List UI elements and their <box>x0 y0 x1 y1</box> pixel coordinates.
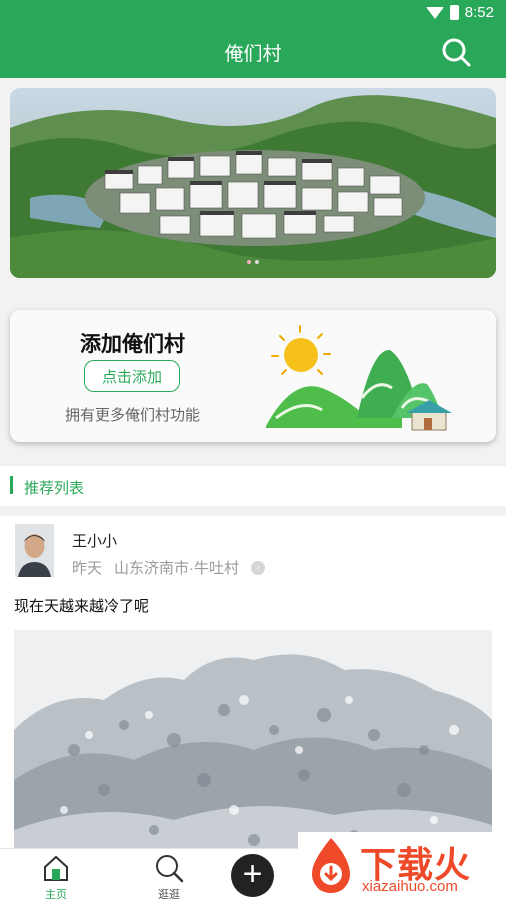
watermark: 下载火 xiazaihuo.com <box>298 832 506 900</box>
nav-home[interactable]: 主页 <box>26 853 86 900</box>
add-village-title: 添加俺们村 <box>80 333 185 356</box>
add-village-description: 拥有更多俺们村功能 <box>64 407 200 424</box>
post-content: 现在天越来越冷了呢 <box>14 598 150 615</box>
section-accent-bar <box>10 476 13 494</box>
add-village-card: 添加俺们村 点击添加 拥有更多俺们村功能 <box>10 310 496 442</box>
status-bar: 8:52 <box>0 0 506 26</box>
app-bar: 俺们村 <box>0 26 506 78</box>
carousel-indicator <box>10 260 496 264</box>
recommend-list-header: 推荐列表 <box>0 466 506 506</box>
status-time: 8:52 <box>464 4 494 21</box>
add-post-button[interactable]: + <box>231 854 274 897</box>
banner-carousel[interactable] <box>10 88 496 278</box>
search-icon[interactable] <box>440 36 472 68</box>
search-icon <box>156 855 184 883</box>
carousel-dot <box>247 260 251 264</box>
recommend-list-title: 推荐列表 <box>24 480 85 497</box>
post-meta: 昨天 山东济南市·牛吐村 › <box>72 557 266 578</box>
mountain-sun-illustration <box>266 325 452 431</box>
wifi-icon <box>425 6 444 19</box>
avatar[interactable] <box>15 524 54 577</box>
post-time: 昨天 <box>72 560 103 577</box>
nav-home-label: 主页 <box>45 889 67 900</box>
flame-logo-icon <box>312 838 350 893</box>
carousel-dot <box>255 260 259 264</box>
nav-stroll-label: 逛逛 <box>158 889 180 900</box>
click-to-add-button[interactable]: 点击添加 <box>84 360 180 392</box>
banner-image <box>10 88 496 278</box>
battery-icon <box>449 5 459 20</box>
post-location[interactable]: 山东济南市·牛吐村 <box>114 557 239 578</box>
watermark-domain: xiazaihuo.com <box>362 878 458 895</box>
chevron-right-icon[interactable]: › <box>251 560 266 575</box>
post-username[interactable]: 王小小 <box>72 530 117 551</box>
nav-stroll[interactable]: 逛逛 <box>139 853 199 900</box>
app-title: 俺们村 <box>224 44 282 65</box>
home-icon <box>44 855 68 881</box>
